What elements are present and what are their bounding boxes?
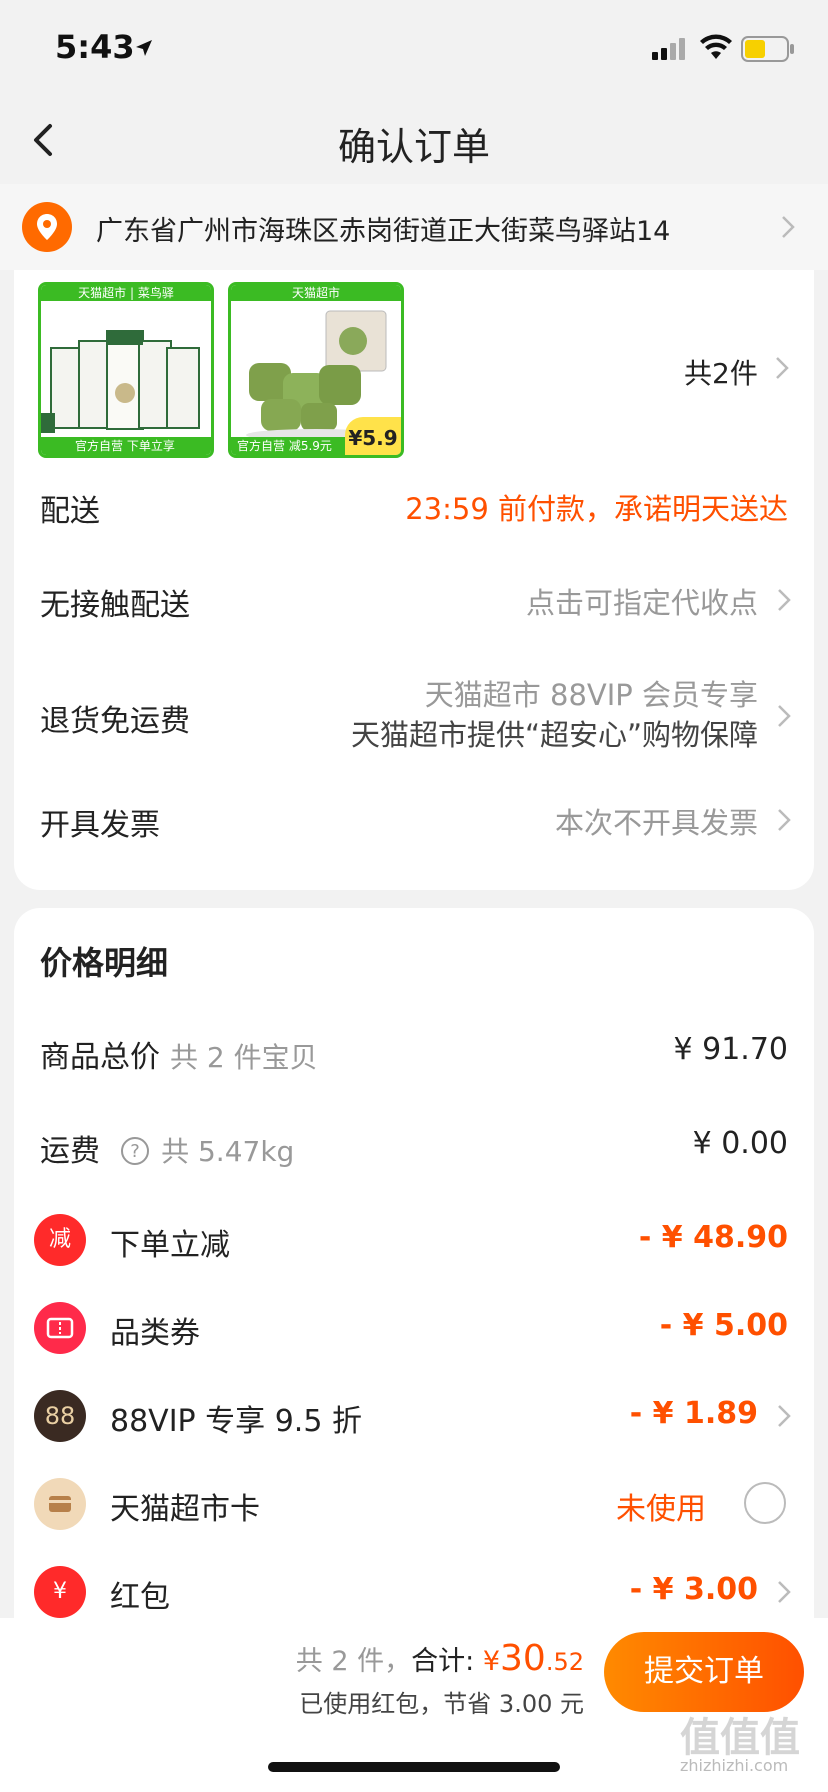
price-tag-value: 5.9: [362, 426, 398, 450]
location-pin-icon: [22, 202, 72, 252]
tmall-card-status: 未使用: [616, 1492, 706, 1527]
invoice-row[interactable]: 开具发票 本次不开具发票: [14, 790, 814, 850]
tmall-card-radio[interactable]: [744, 1482, 786, 1524]
thumb-label: 官方自营 下单立享: [41, 437, 211, 455]
returns-label: 退货免运费: [40, 704, 190, 739]
returns-value-line1: 天猫超市 88VIP 会员专享: [424, 678, 758, 712]
price-detail-card: 价格明细 商品总价共 2 件宝贝 ¥ 91.70 运费 ? 共 5.47kg ¥…: [14, 908, 814, 1628]
contactless-label: 无接触配送: [40, 588, 190, 623]
summary-total-dec: .52: [545, 1648, 584, 1676]
invoice-label: 开具发票: [40, 808, 160, 843]
order-summary: 共 2 件，合计: ¥30.52: [296, 1638, 584, 1679]
wifi-icon: [700, 34, 732, 59]
thumb-banner: 天猫超市 | 菜鸟驿: [41, 285, 211, 301]
chevron-right-icon: [778, 705, 791, 727]
price-detail-title: 价格明细: [40, 944, 169, 982]
svg-text:?: ?: [130, 1141, 140, 1162]
88vip-icon-text: 88: [44, 1402, 76, 1430]
summary-total-label: 合计:: [411, 1646, 475, 1677]
chevron-right-icon: [778, 809, 791, 831]
nav-bar: 确认订单: [0, 100, 828, 180]
contactless-value: 点击可指定代收点: [525, 586, 758, 620]
returns-value-line2: 天猫超市提供“超安心”购物保障: [350, 718, 758, 752]
location-arrow-icon: [136, 40, 152, 56]
watermark-url: zhizhizhi.com: [680, 1756, 789, 1775]
order-card: 天猫超市 | 菜鸟驿 官方自营 下单立享 天猫超市 官方自营 减5.9元 ¥5.…: [14, 270, 814, 890]
status-bar: 5:43: [0, 0, 828, 100]
tmall-card-label: 天猫超市卡: [110, 1492, 260, 1527]
red-packet-value[interactable]: - ¥ 3.00: [630, 1572, 758, 1607]
instant-discount-label: 下单立减: [110, 1228, 230, 1263]
home-indicator[interactable]: [268, 1762, 560, 1772]
address-text: 广东省广州市海珠区赤岗街道正大街菜鸟驿站14: [96, 216, 671, 247]
goods-total-value: ¥ 91.70: [673, 1032, 788, 1067]
thumb-banner: 天猫超市: [231, 285, 401, 301]
coupon-icon: [34, 1302, 86, 1354]
page-title: 确认订单: [337, 125, 490, 169]
88vip-icon: 88: [34, 1390, 86, 1442]
price-tag: ¥5.9: [345, 417, 401, 455]
goods-total-sub: 共 2 件宝贝: [170, 1041, 318, 1074]
chevron-right-icon: [778, 589, 791, 611]
watermark-logo: 值值值: [680, 1715, 800, 1761]
product-thumbnail-milk[interactable]: 天猫超市 | 菜鸟驿 官方自营 下单立享: [38, 282, 214, 458]
cellular-signal-icon: [652, 38, 685, 60]
returns-row[interactable]: 退货免运费 天猫超市 88VIP 会员专享 天猫超市提供“超安心”购物保障: [14, 668, 814, 758]
savings-note: 已使用红包，节省 3.00 元: [299, 1690, 584, 1718]
chevron-right-icon: [778, 1581, 791, 1603]
submit-order-button[interactable]: 提交订单: [604, 1632, 804, 1712]
summary-currency: ¥: [482, 1646, 501, 1677]
instant-discount-icon: 减: [34, 1214, 86, 1266]
shipping-value: ¥ 0.00: [692, 1126, 788, 1161]
shipping-weight: 共 5.47kg: [161, 1135, 295, 1168]
invoice-value: 本次不开具发票: [554, 806, 758, 840]
red-packet-icon-text: ¥: [53, 1579, 67, 1604]
item-count[interactable]: 共2件: [684, 352, 758, 392]
delivery-label: 配送: [40, 494, 100, 529]
contactless-row[interactable]: 无接触配送 点击可指定代收点: [14, 570, 814, 630]
instant-discount-value: - ¥ 48.90: [638, 1220, 788, 1255]
summary-total-int: 30: [500, 1638, 546, 1679]
goods-total-label: 商品总价共 2 件宝贝: [40, 1032, 318, 1076]
shipping-label: 运费 ? 共 5.47kg: [40, 1126, 294, 1170]
summary-count: 共 2 件，: [295, 1646, 412, 1677]
shipping-text: 运费: [40, 1134, 100, 1169]
help-icon[interactable]: ?: [120, 1136, 150, 1166]
chevron-right-icon: [776, 357, 789, 379]
product-thumbnail-mochi[interactable]: 天猫超市 官方自营 减5.9元 ¥5.9: [228, 282, 404, 458]
red-packet-icon: ¥: [34, 1566, 86, 1618]
vip-discount-value[interactable]: - ¥ 1.89: [630, 1396, 758, 1431]
tmall-card-icon: [34, 1478, 86, 1530]
milk-carton-image: [41, 330, 200, 433]
delivery-row: 配送 23:59 前付款，承诺明天送达: [14, 476, 814, 536]
red-packet-label[interactable]: 红包: [110, 1572, 170, 1616]
chevron-right-icon: [782, 216, 795, 238]
battery-icon: [741, 36, 794, 62]
vip-discount-label[interactable]: 88VIP 专享 9.5 折: [110, 1396, 362, 1440]
category-coupon-label: 品类券: [110, 1316, 200, 1351]
status-time: 5:43: [55, 28, 135, 66]
goods-total-text: 商品总价: [40, 1040, 160, 1075]
instant-discount-icon-text: 减: [48, 1227, 71, 1252]
category-coupon-value: - ¥ 5.00: [659, 1308, 788, 1343]
delivery-value: 23:59 前付款，承诺明天送达: [405, 492, 788, 526]
address-bar[interactable]: 广东省广州市海珠区赤岗街道正大街菜鸟驿站14: [0, 184, 828, 270]
chevron-right-icon: [778, 1405, 791, 1427]
